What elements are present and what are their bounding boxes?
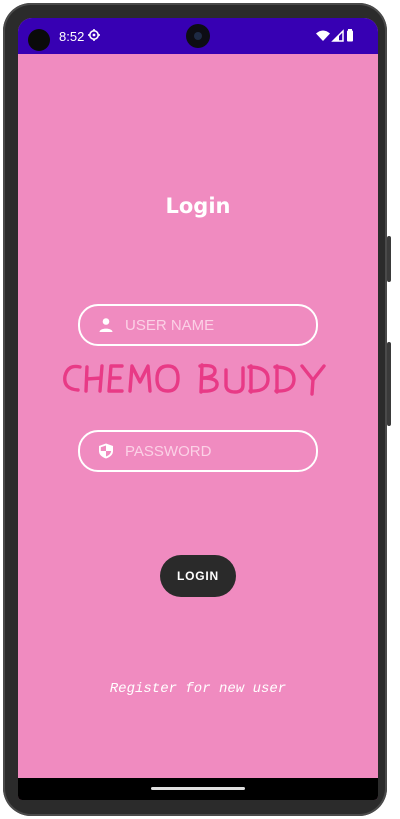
- navigation-bar: [18, 778, 378, 800]
- person-icon: [99, 318, 113, 332]
- chemo-buddy-logo: [63, 363, 326, 396]
- volume-button: [387, 342, 391, 426]
- status-bar: 8:52: [18, 18, 378, 54]
- login-button[interactable]: LOGIN: [160, 555, 236, 597]
- wifi-icon: [316, 30, 330, 41]
- shield-icon: [99, 443, 113, 459]
- register-link[interactable]: Register for new user: [18, 681, 378, 697]
- power-button: [387, 236, 391, 282]
- front-camera-icon: [186, 24, 210, 48]
- password-input[interactable]: [125, 432, 305, 470]
- username-input[interactable]: [125, 306, 305, 344]
- status-icons: [316, 29, 353, 42]
- cellular-signal-icon: [331, 29, 344, 42]
- username-field[interactable]: [78, 304, 318, 346]
- page-title: Login: [165, 194, 231, 218]
- status-time: 8:52: [59, 29, 85, 44]
- settings-gear-icon: [88, 29, 100, 41]
- password-field[interactable]: [78, 430, 318, 472]
- device-mockup: 8:52 Login USER NAME LOGIN Register for …: [0, 0, 400, 819]
- app-screen: 8:52 Login USER NAME LOGIN Register for …: [18, 18, 378, 800]
- battery-icon: [347, 29, 353, 42]
- camera-cutout-icon: [28, 29, 50, 51]
- gesture-handle[interactable]: [151, 787, 245, 790]
